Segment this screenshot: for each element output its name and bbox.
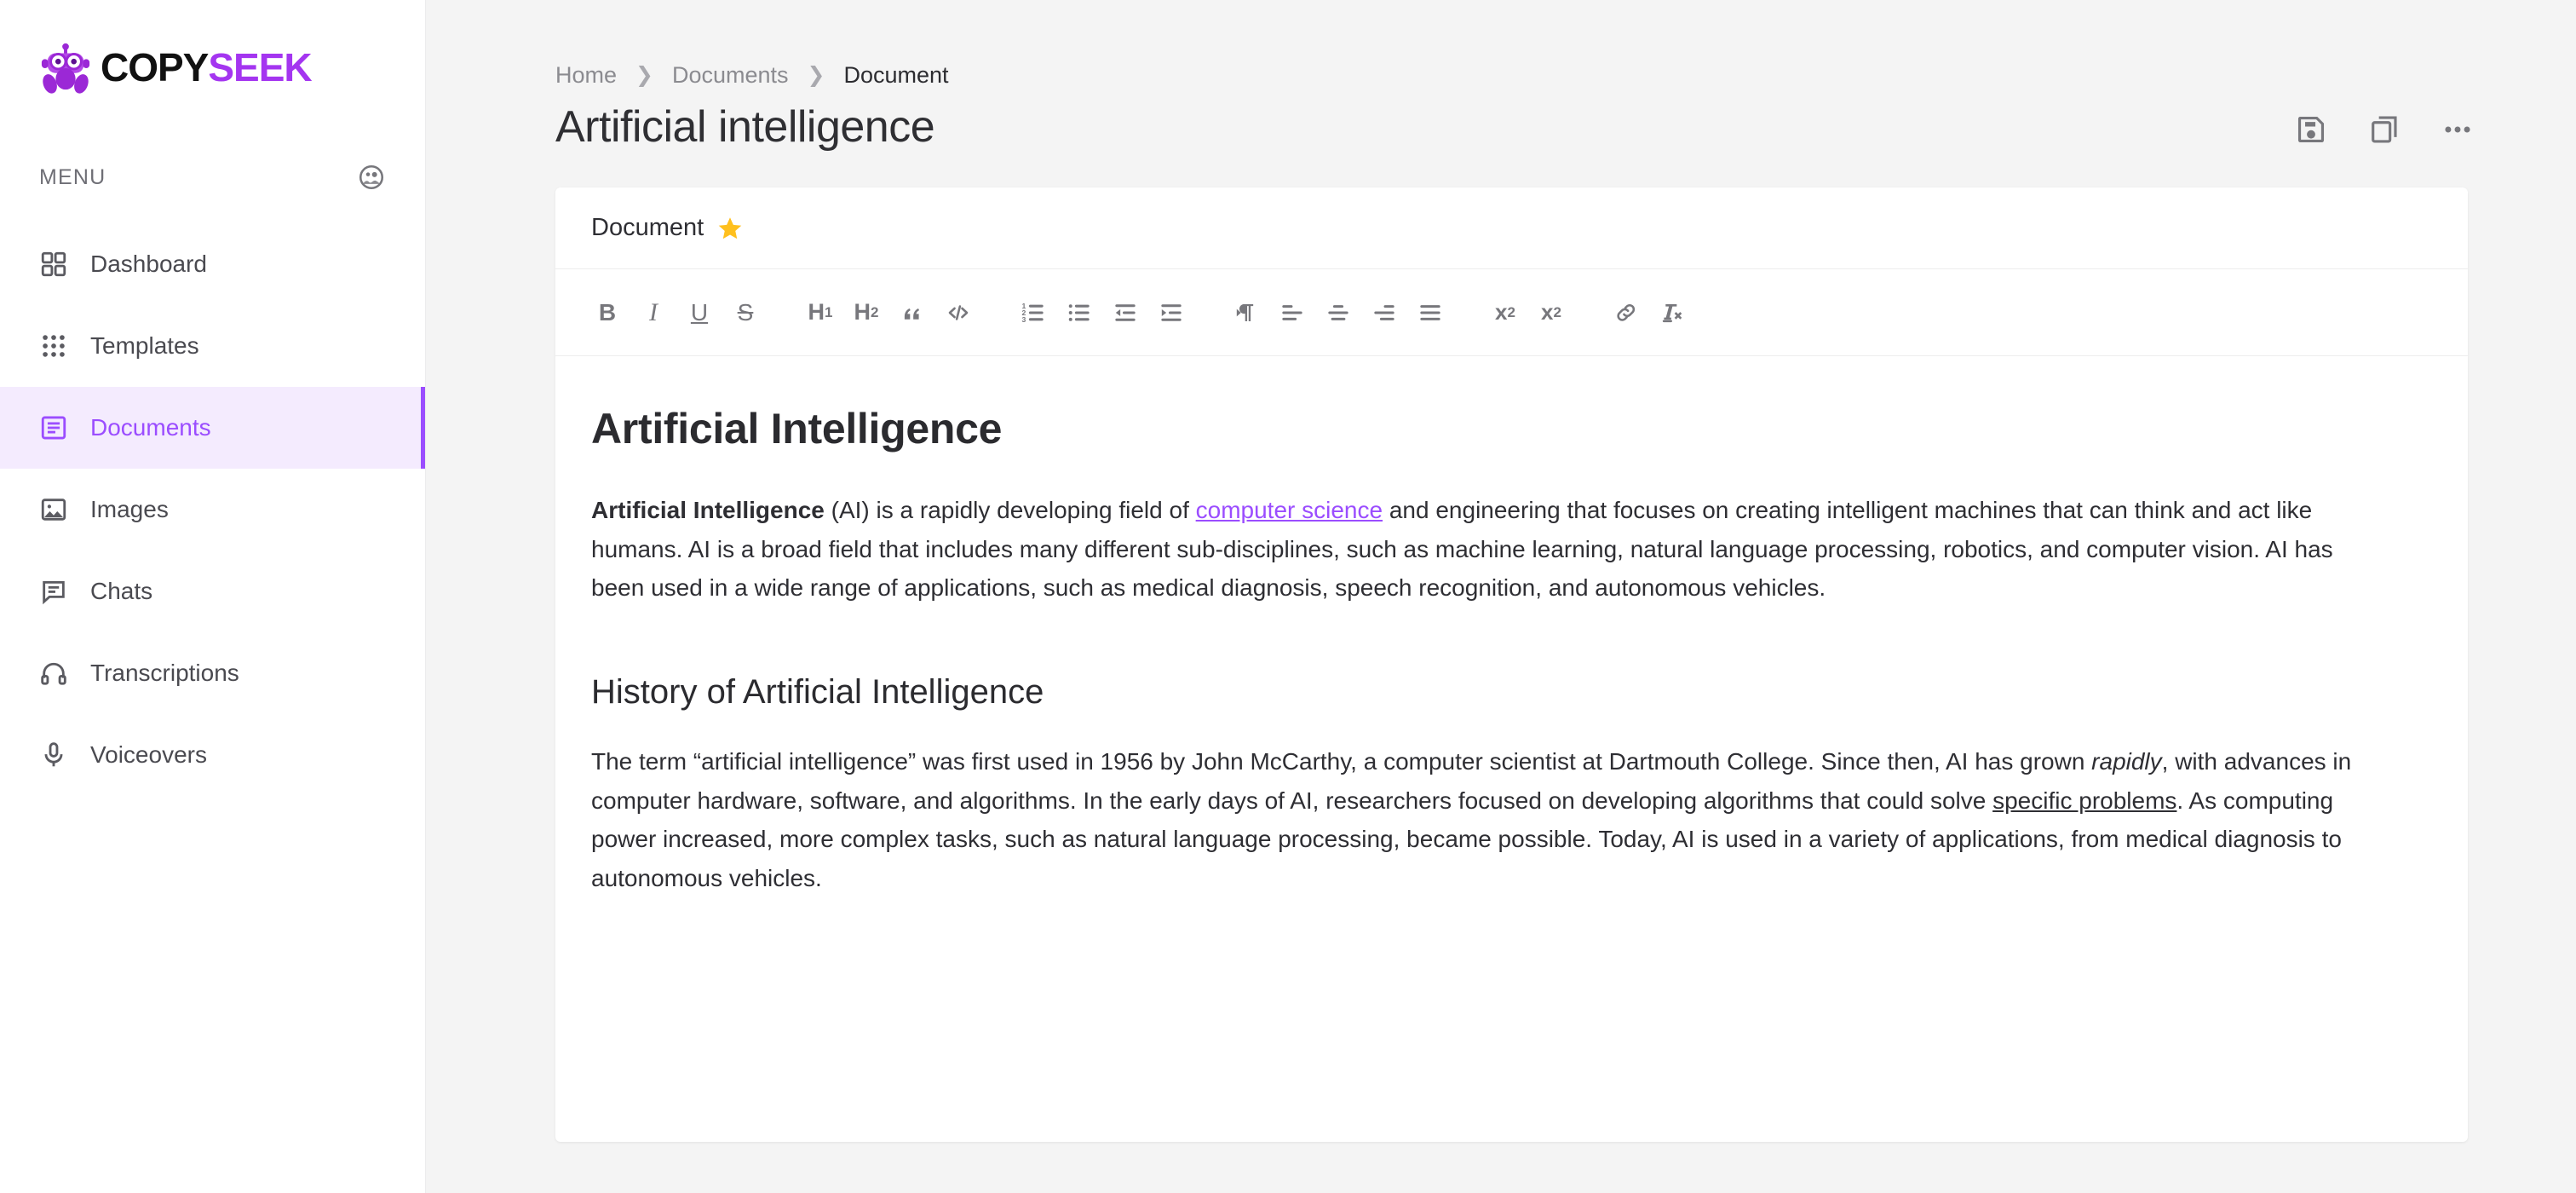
sidebar-item-label: Transcriptions [90,660,239,686]
document-heading-2: History of Artificial Intelligence [591,673,1044,712]
toolbar-group-script: x2 x2 [1482,290,1574,336]
header-actions [2295,108,2474,146]
computer-science-link[interactable]: computer science [1196,497,1383,523]
sidebar-item-label: Chats [90,578,153,604]
microphone-icon [39,741,68,769]
align-center-button[interactable] [1315,290,1361,336]
heading-1-button[interactable]: H1 [797,290,843,336]
toolbar-group-text-style: B I U S [584,290,768,336]
paragraph-text: The term “artificial intelligence” was f… [591,748,2092,775]
document-paragraph-2: The term “artificial intelligence” was f… [591,742,2380,896]
star-filled-icon[interactable] [717,216,743,241]
superscript-button[interactable]: x2 [1528,290,1574,336]
breadcrumb: Home ❯ Documents ❯ Document [426,0,2525,86]
document-tab-label[interactable]: Document [591,216,704,240]
sidebar-item-templates[interactable]: Templates [0,305,425,387]
collapse-avatar-icon[interactable] [357,163,386,192]
svg-text:3: 3 [1021,315,1026,324]
heading-2-button[interactable]: H2 [843,290,889,336]
strikethrough-button[interactable]: S [722,290,768,336]
more-button[interactable] [2441,113,2474,146]
save-button[interactable] [2295,113,2327,146]
headphones-icon [39,659,68,688]
code-block-button[interactable] [935,290,981,336]
app-root: COPYSEEK MENU Dashboard Templates Docume… [0,0,2576,1193]
italic-button[interactable]: I [630,290,676,336]
brand-wordmark: COPYSEEK [101,45,313,89]
sidebar-item-voiceovers[interactable]: Voiceovers [0,714,425,796]
editor-toolbar: B I U S H1 H2 1 2 3 x 2 x 2 [555,269,2468,357]
paragraph-text: (AI) is a rapidly developing field of [824,497,1196,524]
page-title: Artificial intelligence [555,102,935,152]
outdent-button[interactable] [1102,290,1148,336]
clear-formatting-button[interactable] [1649,290,1695,336]
breadcrumb-item-home[interactable]: Home [555,63,617,87]
image-icon [39,495,68,524]
document-editor-body[interactable]: Artificial Intelligence Artificial Intel… [555,356,2468,897]
brand-logo[interactable]: COPYSEEK [0,0,425,109]
menu-header: MENU [0,150,425,205]
sidebar-item-label: Voiceovers [90,741,207,768]
document-card-header: Document [555,187,2468,270]
sidebar-nav: Dashboard Templates Documents Images Cha… [0,223,425,796]
indent-button[interactable] [1148,290,1194,336]
chevron-right-icon: ❯ [807,62,825,87]
ordered-list-button[interactable]: 1 2 3 [1010,290,1056,336]
paragraph-italic-rapidly: rapidly [2091,748,2162,775]
toolbar-group-misc [1603,290,1695,336]
dots-grid-icon [39,331,68,360]
insert-link-button[interactable] [1603,290,1649,336]
underline-button[interactable]: U [676,290,722,336]
chat-bubble-icon [39,577,68,606]
brand-seek-text: SEEK [208,45,312,89]
sidebar-item-dashboard[interactable]: Dashboard [0,223,425,305]
document-lines-icon [39,413,68,442]
breadcrumb-item-current: Document [843,61,949,88]
paragraph-underline-specific-problems: specific problems [1992,787,2177,814]
main-content: Home ❯ Documents ❯ Document Artificial i… [426,0,2576,1193]
breadcrumb-item-documents[interactable]: Documents [672,63,789,87]
copy-button[interactable] [2368,113,2401,146]
sidebar-item-label: Templates [90,332,199,359]
sidebar: COPYSEEK MENU Dashboard Templates Docume… [0,0,426,1193]
robot-icon [39,41,92,94]
sidebar-item-label: Images [90,496,169,522]
sidebar-item-images[interactable]: Images [0,469,425,550]
align-right-button[interactable] [1361,290,1407,336]
chevron-right-icon: ❯ [635,62,653,87]
menu-label: MENU [39,164,106,189]
align-justify-button[interactable] [1407,290,1453,336]
bullet-list-button[interactable] [1056,290,1102,336]
grid-squares-icon [39,250,68,279]
bold-button[interactable]: B [584,290,630,336]
sidebar-item-chats[interactable]: Chats [0,550,425,632]
brand-copy-text: COPY [101,45,209,89]
toolbar-group-lists: 1 2 3 [1010,290,1194,336]
align-left-button[interactable] [1269,290,1315,336]
document-paragraph-1: Artificial Intelligence (AI) is a rapidl… [591,491,2380,607]
sidebar-item-transcriptions[interactable]: Transcriptions [0,632,425,714]
sidebar-item-label: Documents [90,414,211,441]
blockquote-button[interactable] [889,290,935,336]
subscript-button[interactable]: x2 [1482,290,1528,336]
toolbar-group-blocks: H1 H2 [797,290,981,336]
sidebar-item-label: Dashboard [90,251,207,277]
paragraph-bold-lead: Artificial Intelligence [591,497,825,524]
toolbar-group-align [1223,290,1453,336]
document-heading-1: Artificial Intelligence [591,405,1003,453]
text-direction-button[interactable] [1223,290,1269,336]
sidebar-item-documents[interactable]: Documents [0,387,425,469]
document-card: Document B I U S H1 H2 1 2 3 x 2 x 2 Art… [555,187,2468,1143]
